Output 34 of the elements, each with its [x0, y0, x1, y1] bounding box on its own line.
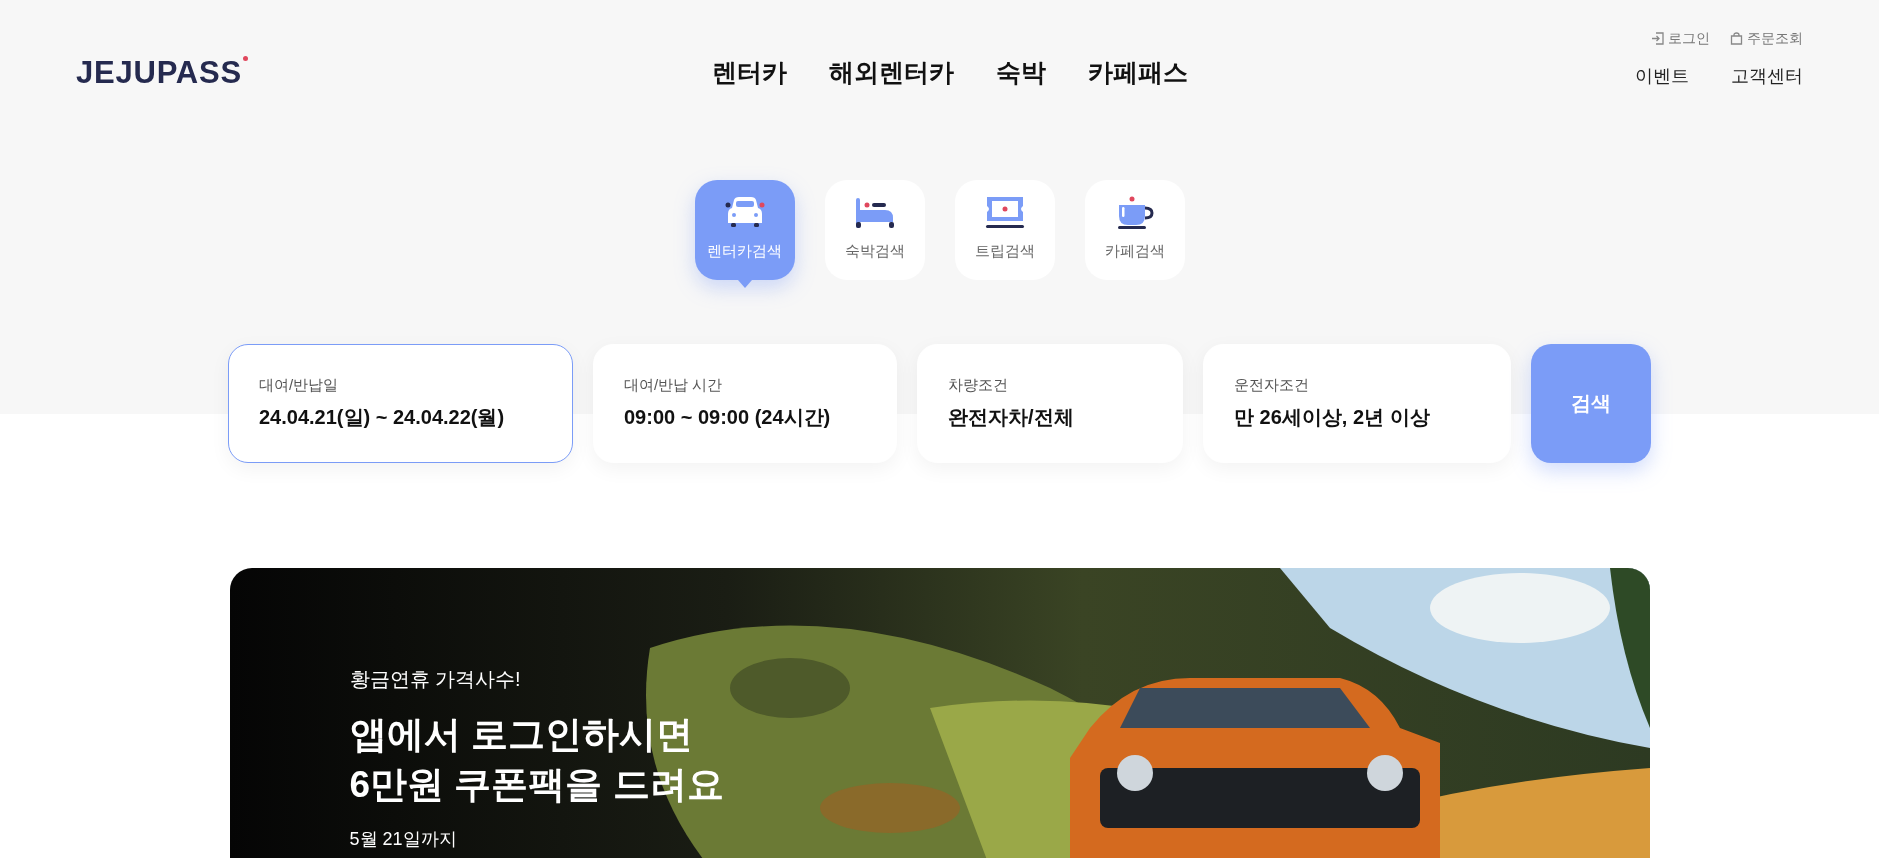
- nav-link[interactable]: 렌터카: [711, 53, 787, 91]
- utility-link[interactable]: 주문조회: [1730, 28, 1803, 50]
- promo-banner[interactable]: 황금연휴 가격사수! 앱에서 로그인하시면 6만원 쿠폰팩을 드려요 5월 21일까지: [229, 567, 1650, 858]
- banner-headline: 6만원 쿠폰팩을 드려요: [349, 762, 725, 807]
- field-value: 09:00 ~ 09:00 (24시간): [624, 405, 832, 431]
- search-field[interactable]: 차량조건 완전자차/전체: [917, 343, 1183, 463]
- field-label: 대여/반납 시간: [624, 374, 724, 395]
- nav-link[interactable]: 해외렌터카: [828, 53, 954, 91]
- login-icon: [1651, 32, 1664, 46]
- field-label: 운전자조건: [1234, 374, 1310, 395]
- nav-link[interactable]: 숙박: [995, 53, 1046, 91]
- field-label: 대여/반납일: [259, 374, 340, 395]
- tab-pointer-icon: [737, 279, 752, 288]
- search-field[interactable]: 운전자조건 만 26세이상, 2년 이상: [1203, 343, 1511, 463]
- search-tab[interactable]: 숙박검색: [824, 179, 925, 280]
- logo[interactable]: JEJUPASS: [76, 50, 242, 97]
- search-tab[interactable]: 카페검색: [1084, 179, 1185, 280]
- bed-icon: [854, 196, 895, 231]
- field-value: 24.04.21(일) ~ 24.04.22(월): [259, 405, 506, 431]
- search-field[interactable]: 대여/반납일 24.04.21(일) ~ 24.04.22(월): [228, 343, 573, 463]
- field-value: 만 26세이상, 2년 이상: [1234, 405, 1431, 431]
- banner-kicker: 황금연휴 가격사수!: [349, 666, 522, 692]
- nav-link[interactable]: 카페패스: [1087, 53, 1188, 91]
- header-link[interactable]: 이벤트: [1635, 63, 1689, 91]
- banner-headline: 앱에서 로그인하시면: [349, 712, 694, 757]
- utility-link[interactable]: 로그인: [1651, 28, 1710, 50]
- ticket-icon: [984, 196, 1025, 231]
- header-link[interactable]: 고객센터: [1731, 63, 1803, 91]
- field-label: 차량조건: [948, 374, 1009, 395]
- search-field[interactable]: 대여/반납 시간 09:00 ~ 09:00 (24시간): [593, 343, 897, 463]
- search-tab[interactable]: 트립검색: [954, 179, 1055, 280]
- banner-note: 5월 21일까지: [349, 827, 458, 850]
- bag-icon: [1730, 32, 1743, 46]
- field-value: 완전자차/전체: [948, 405, 1075, 431]
